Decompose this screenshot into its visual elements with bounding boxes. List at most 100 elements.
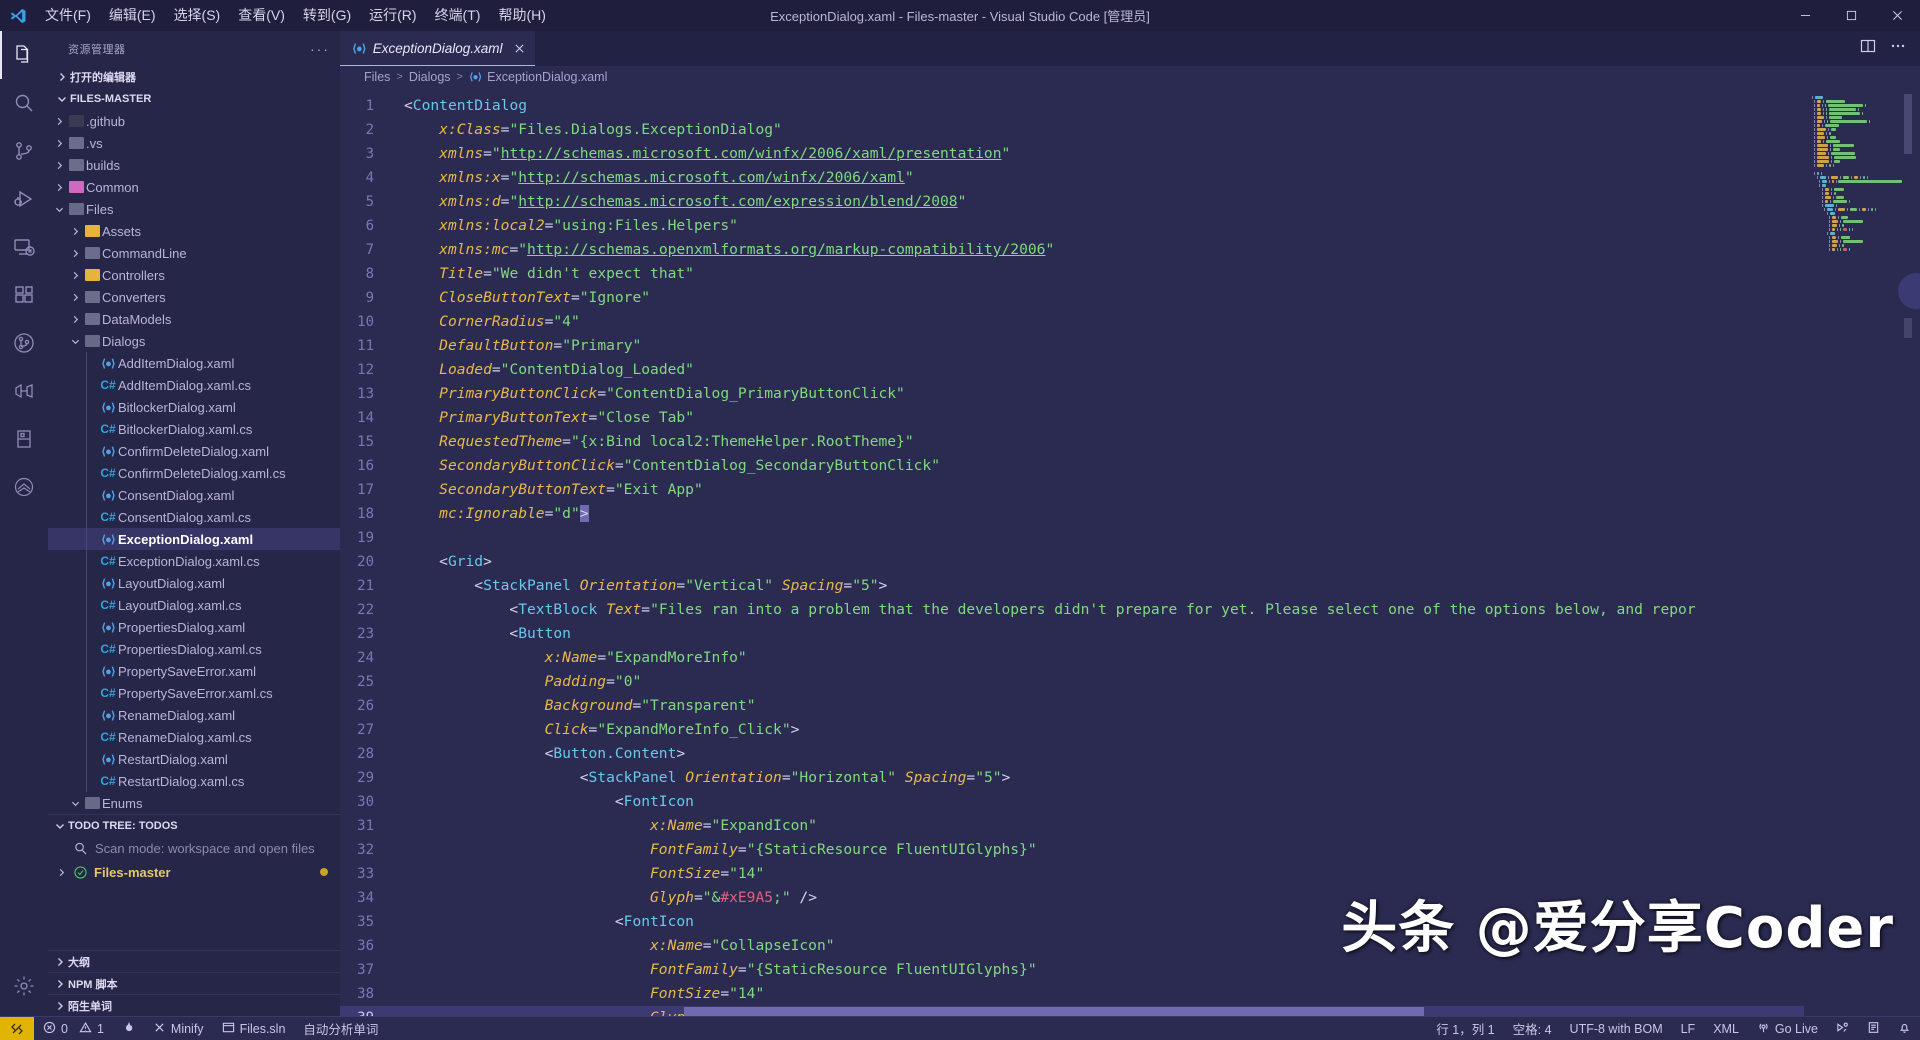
tree-file-row[interactable]: ⟨●⟩ConfirmDeleteDialog.xaml [48,440,340,462]
minimize-button[interactable] [1782,0,1828,31]
tree-file-row[interactable]: C#ConsentDialog.xaml.cs [48,506,340,528]
breadcrumb-item[interactable]: Files [364,70,390,84]
live-share[interactable] [1827,1017,1858,1040]
tree-folder-row[interactable]: .github [48,110,340,132]
code-scroll-region[interactable]: 1<ContentDialog2 x:Class="Files.Dialogs.… [340,88,1804,1016]
horizontal-scrollbar[interactable] [340,1004,1688,1016]
tree-file-row[interactable]: ⟨●⟩RenameDialog.xaml [48,704,340,726]
settings-gear-icon[interactable] [0,962,48,1010]
code-line-text[interactable]: Loaded="ContentDialog_Loaded" [396,358,694,382]
tree-file-row[interactable]: ⟨●⟩PropertiesDialog.xaml [48,616,340,638]
tree-folder-row[interactable]: DataModels [48,308,340,330]
breadcrumb-item[interactable]: Dialogs [409,70,451,84]
todo-tree-icon[interactable] [0,367,48,415]
tree-folder-row[interactable]: Assets [48,220,340,242]
code-line-text[interactable]: CloseButtonText="Ignore" [396,286,650,310]
code-line-text[interactable]: <Button [396,622,571,646]
menu-edit[interactable]: 编辑(E) [100,0,165,31]
workspace-section[interactable]: FILES-MASTER [48,88,340,110]
source-control-icon[interactable] [0,127,48,175]
tree-file-row[interactable]: C#PropertySaveError.xaml.cs [48,682,340,704]
code-line-text[interactable]: <Button.Content> [396,742,685,766]
code-line-text[interactable]: Click="ExpandMoreInfo_Click"> [396,718,799,742]
maximize-button[interactable] [1828,0,1874,31]
notifications[interactable] [1889,1017,1920,1040]
tree-file-row[interactable]: C#RenameDialog.xaml.cs [48,726,340,748]
tree-folder-row[interactable]: CommandLine [48,242,340,264]
menu-help[interactable]: 帮助(H) [489,0,554,31]
code-line-text[interactable]: xmlns:local2="using:Files.Helpers" [396,214,738,238]
close-icon[interactable] [514,43,525,54]
code-line-text[interactable]: mc:Ignorable="d"> [396,502,589,526]
unknown-words-panel[interactable]: 陌生单词 [48,994,340,1016]
auto-analyze-words[interactable]: 自动分析单词 [294,1017,387,1040]
bookmarks-icon[interactable] [0,415,48,463]
run-and-debug-icon[interactable] [0,175,48,223]
code-line-text[interactable]: <FontIcon [396,790,694,814]
code-line-text[interactable]: SecondaryButtonText="Exit App" [396,478,703,502]
problems-errors[interactable]: 0 1 [34,1017,113,1040]
tree-file-row[interactable]: C#AddItemDialog.xaml.cs [48,374,340,396]
code-line-text[interactable]: RequestedTheme="{x:Bind local2:ThemeHelp… [396,430,914,454]
menu-selection[interactable]: 选择(S) [165,0,230,31]
remote-explorer-icon[interactable] [0,223,48,271]
project-manager-icon[interactable] [0,463,48,511]
extensions-icon[interactable] [0,271,48,319]
tree-file-row[interactable]: ⟨●⟩ConsentDialog.xaml [48,484,340,506]
code-line-text[interactable]: x:Name="ExpandIcon" [396,814,817,838]
search-icon[interactable] [0,79,48,127]
more-actions-icon[interactable] [1890,38,1906,59]
tree-file-row[interactable]: C#RestartDialog.xaml.cs [48,770,340,792]
tree-folder-row[interactable]: Common [48,176,340,198]
tree-file-row[interactable]: C#LayoutDialog.xaml.cs [48,594,340,616]
language-mode[interactable]: XML [1704,1017,1748,1040]
code-line-text[interactable]: x:Class="Files.Dialogs.ExceptionDialog" [396,118,782,142]
tree-file-row[interactable]: C#ExceptionDialog.xaml.cs [48,550,340,572]
code-line-text[interactable]: Glyph="&#xE9A5;" /> [396,886,817,910]
minimap-slider[interactable] [1904,94,1912,154]
horizontal-scrollbar-thumb[interactable] [684,1007,1424,1016]
code-line-text[interactable]: Title="We didn't expect that" [396,262,694,286]
code-line-text[interactable]: Background="Transparent" [396,694,756,718]
tree-file-row[interactable]: C#ConfirmDeleteDialog.xaml.cs [48,462,340,484]
npm-scripts-panel[interactable]: NPM 脚本 [48,972,340,994]
tab-exceptiondialog-xaml[interactable]: ⟨●⟩ ExceptionDialog.xaml [340,31,535,66]
code-line-text[interactable]: x:Name="ExpandMoreInfo" [396,646,747,670]
tree-file-row[interactable]: ⟨●⟩ExceptionDialog.xaml [48,528,340,550]
tree-folder-row[interactable]: Files [48,198,340,220]
code-line-text[interactable]: xmlns:d="http://schemas.microsoft.com/ex… [396,190,966,214]
tree-file-row[interactable]: ⟨●⟩LayoutDialog.xaml [48,572,340,594]
solution-explorer[interactable]: Files.sln [213,1017,295,1040]
code-line-text[interactable]: FontSize="14" [396,982,764,1006]
todo-project-row[interactable]: Files-master [48,860,340,884]
tree-folder-row[interactable]: Enums [48,792,340,814]
menu-goto[interactable]: 转到(G) [294,0,360,31]
code-line-text[interactable]: <ContentDialog [396,94,527,118]
menu-run[interactable]: 运行(R) [360,0,425,31]
outline-panel[interactable]: 大纲 [48,950,340,972]
code-line-text[interactable]: SecondaryButtonClick="ContentDialog_Seco… [396,454,940,478]
indentation[interactable]: 空格: 4 [1504,1017,1561,1040]
tree-file-row[interactable]: ⟨●⟩RestartDialog.xaml [48,748,340,770]
tree-folder-row[interactable]: Dialogs [48,330,340,352]
minify-button[interactable]: Minify [144,1017,213,1040]
code-line-text[interactable]: <FontIcon [396,910,694,934]
tree-file-row[interactable]: ⟨●⟩AddItemDialog.xaml [48,352,340,374]
code-line-text[interactable]: xmlns="http://schemas.microsoft.com/winf… [396,142,1010,166]
go-live[interactable]: Go Live [1748,1017,1827,1040]
menu-file[interactable]: 文件(F) [36,0,100,31]
minimap[interactable] [1804,88,1920,1016]
menu-terminal[interactable]: 终端(T) [426,0,490,31]
code-line-text[interactable]: FontSize="14" [396,862,764,886]
eol[interactable]: LF [1672,1017,1705,1040]
git-graph-icon[interactable] [0,319,48,367]
code-line-text[interactable]: <Grid> [396,550,492,574]
tree-folder-row[interactable]: Controllers [48,264,340,286]
code-line-text[interactable]: xmlns:mc="http://schemas.openxmlformats.… [396,238,1054,262]
breadcrumb-item[interactable]: ExceptionDialog.xaml [487,70,607,84]
liveshare-flame[interactable] [113,1017,144,1040]
remote-window-icon[interactable] [0,1017,34,1040]
tree-file-row[interactable]: ⟨●⟩BitlockerDialog.xaml [48,396,340,418]
code-line-text[interactable]: <StackPanel Orientation="Horizontal" Spa… [396,766,1010,790]
split-editor-icon[interactable] [1860,38,1876,59]
